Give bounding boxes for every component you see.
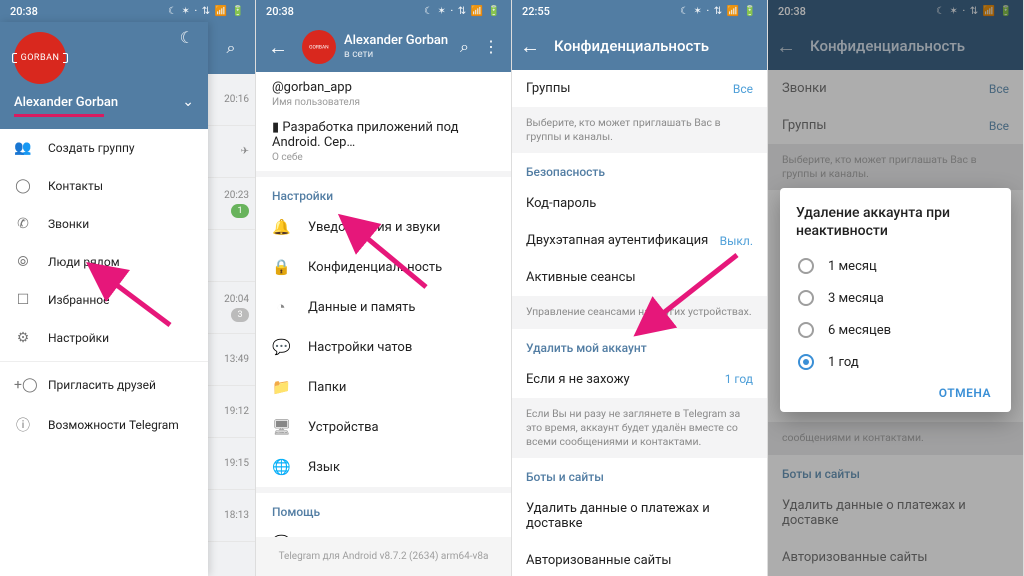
delete-account-dialog: Удаление аккаунта при неактивности 1 мес… xyxy=(780,188,1011,412)
menu-calls[interactable]: ✆Звонки xyxy=(0,205,208,243)
drawer-header: ☾ GORBAN Alexander Gorban ⌄ xyxy=(0,22,208,129)
option-1-month[interactable]: 1 месяц xyxy=(796,250,995,282)
status-icons: ☾ ✶ · ⇅ 📶 🔋 xyxy=(680,6,757,17)
data-icon: ◔ xyxy=(272,298,290,316)
row-notifications[interactable]: 🔔Уведомления и звуки xyxy=(256,207,511,247)
hint-groups: Выберите, кто может приглашать Вас в гру… xyxy=(512,107,767,153)
drawer-username: Alexander Gorban xyxy=(14,95,118,110)
phone-icon: ✆ xyxy=(14,216,32,232)
info-icon: ⓘ xyxy=(14,415,32,435)
bookmark-icon: ☐ xyxy=(14,292,32,308)
globe-icon: 🌐 xyxy=(272,458,290,476)
row-sessions[interactable]: Активные сеансы xyxy=(512,259,767,296)
menu-people-nearby[interactable]: ⦾Люди рядом xyxy=(0,243,208,281)
row-chats[interactable]: 💬Настройки чатов xyxy=(256,327,511,367)
section-help: Помощь xyxy=(256,493,511,523)
status-time: 20:38 xyxy=(10,5,38,18)
search-icon[interactable]: ⌕ xyxy=(460,37,469,57)
radio-icon xyxy=(798,290,814,306)
hint-inactive: Если Вы ни разу не заглянете в Telegram … xyxy=(512,398,767,459)
back-icon[interactable]: ← xyxy=(262,35,294,60)
menu-saved[interactable]: ☐Избранное xyxy=(0,281,208,319)
divider xyxy=(0,361,208,362)
section-bots: Боты и сайты xyxy=(512,458,767,490)
menu-features[interactable]: ⓘВозможности Telegram xyxy=(0,404,208,446)
phone-1-drawer: 20:38 ☾ ✶ · ⇅ 📶 🔋 ⌕ 20:16 ✈ 20:231 20:04… xyxy=(0,0,256,576)
menu-invite[interactable]: +◯Пригласить друзей xyxy=(0,366,208,404)
chat-icon: 💬 xyxy=(272,338,290,356)
settings-header: ← GORBAN Alexander Gorban в сети ⌕ ⋮ xyxy=(256,22,511,72)
status-bar: 20:38 ☾ ✶ · ⇅ 📶 🔋 xyxy=(256,0,511,22)
invite-icon: +◯ xyxy=(14,377,32,393)
section-security: Безопасность xyxy=(512,153,767,185)
profile-name: Alexander Gorban xyxy=(344,33,452,49)
search-icon[interactable]: ⌕ xyxy=(207,22,255,74)
bio-field[interactable]: ▮ Разработка приложений под Android. Сер… xyxy=(256,116,511,171)
phone-4-dialog: 20:38 ☾ ✶ · ⇅ 📶 🔋 ← Конфиденциальность З… xyxy=(768,0,1024,576)
radio-icon xyxy=(798,354,814,370)
bell-icon: 🔔 xyxy=(272,218,290,236)
nearby-icon: ⦾ xyxy=(14,254,32,270)
option-3-months[interactable]: 3 месяца xyxy=(796,282,995,314)
person-icon: ◯ xyxy=(14,178,32,194)
status-bar: 20:38 ☾ ✶ · ⇅ 📶 🔋 xyxy=(0,0,255,22)
menu-contacts[interactable]: ◯Контакты xyxy=(0,167,208,205)
section-delete-account: Удалить мой аккаунт xyxy=(512,329,767,361)
dialog-title: Удаление аккаунта при неактивности xyxy=(796,204,995,240)
gear-icon: ⚙ xyxy=(14,330,32,346)
row-payments[interactable]: Удалить данные о платежах и доставке xyxy=(512,490,767,542)
option-1-year[interactable]: 1 год xyxy=(796,346,995,378)
row-inactive[interactable]: Если я не захожу1 год xyxy=(512,361,767,398)
status-bar: 22:55 ☾ ✶ · ⇅ 📶 🔋 xyxy=(512,0,767,22)
header-title: Конфиденциальность xyxy=(554,37,709,55)
row-passcode[interactable]: Код-пароль xyxy=(512,185,767,222)
row-data[interactable]: ◔Данные и память xyxy=(256,287,511,327)
status-time: 22:55 xyxy=(522,5,550,18)
version-footer: Telegram для Android v8.7.2 (2634) arm64… xyxy=(256,537,511,576)
devices-icon: 🖥 xyxy=(272,418,290,436)
accent-bar xyxy=(14,114,104,117)
profile-status: в сети xyxy=(344,49,452,61)
back-icon[interactable]: ← xyxy=(520,34,540,59)
option-6-months[interactable]: 6 месяцев xyxy=(796,314,995,346)
radio-icon xyxy=(798,322,814,338)
row-language[interactable]: 🌐Язык xyxy=(256,447,511,487)
status-icons: ☾ ✶ · ⇅ 📶 🔋 xyxy=(168,6,245,17)
menu-settings[interactable]: ⚙Настройки xyxy=(0,319,208,357)
more-icon[interactable]: ⋮ xyxy=(483,37,499,57)
chat-list-peek: ⌕ 20:16 ✈ 20:231 20:043 13:49 19:12 19:1… xyxy=(207,22,255,576)
lock-icon: 🔒 xyxy=(272,258,290,276)
row-privacy[interactable]: 🔒Конфиденциальность xyxy=(256,247,511,287)
row-folders[interactable]: 📁Папки xyxy=(256,367,511,407)
cancel-button[interactable]: ОТМЕНА xyxy=(939,386,991,400)
row-devices[interactable]: 🖥Устройства xyxy=(256,407,511,447)
phone-2-settings: 20:38 ☾ ✶ · ⇅ 📶 🔋 ← GORBAN Alexander Gor… xyxy=(256,0,512,576)
status-icons: ☾ ✶ · ⇅ 📶 🔋 xyxy=(424,6,501,17)
folder-icon: 📁 xyxy=(272,378,290,396)
row-groups[interactable]: ГруппыВсе xyxy=(512,70,767,107)
navigation-drawer: ☾ GORBAN Alexander Gorban ⌄ 👥Создать гру… xyxy=(0,22,208,576)
menu-create-group[interactable]: 👥Создать группу xyxy=(0,129,208,167)
radio-icon xyxy=(798,258,814,274)
group-icon: 👥 xyxy=(14,140,32,156)
hint-sessions: Управление сеансами на других устройства… xyxy=(512,296,767,328)
night-mode-icon[interactable]: ☾ xyxy=(180,28,194,47)
chevron-down-icon[interactable]: ⌄ xyxy=(182,94,194,110)
phone-3-privacy: 22:55 ☾ ✶ · ⇅ 📶 🔋 ← Конфиденциальность Г… xyxy=(512,0,768,576)
row-authsites[interactable]: Авторизованные сайты xyxy=(512,542,767,576)
avatar[interactable]: GORBAN xyxy=(14,32,66,84)
section-settings: Настройки xyxy=(256,177,511,207)
avatar[interactable]: GORBAN xyxy=(302,30,336,64)
row-2fa[interactable]: Двухэтапная аутентификацияВыкл. xyxy=(512,222,767,259)
privacy-header: ← Конфиденциальность xyxy=(512,22,767,70)
username-field[interactable]: @gorban_app Имя пользователя xyxy=(256,72,511,116)
status-time: 20:38 xyxy=(266,5,294,18)
